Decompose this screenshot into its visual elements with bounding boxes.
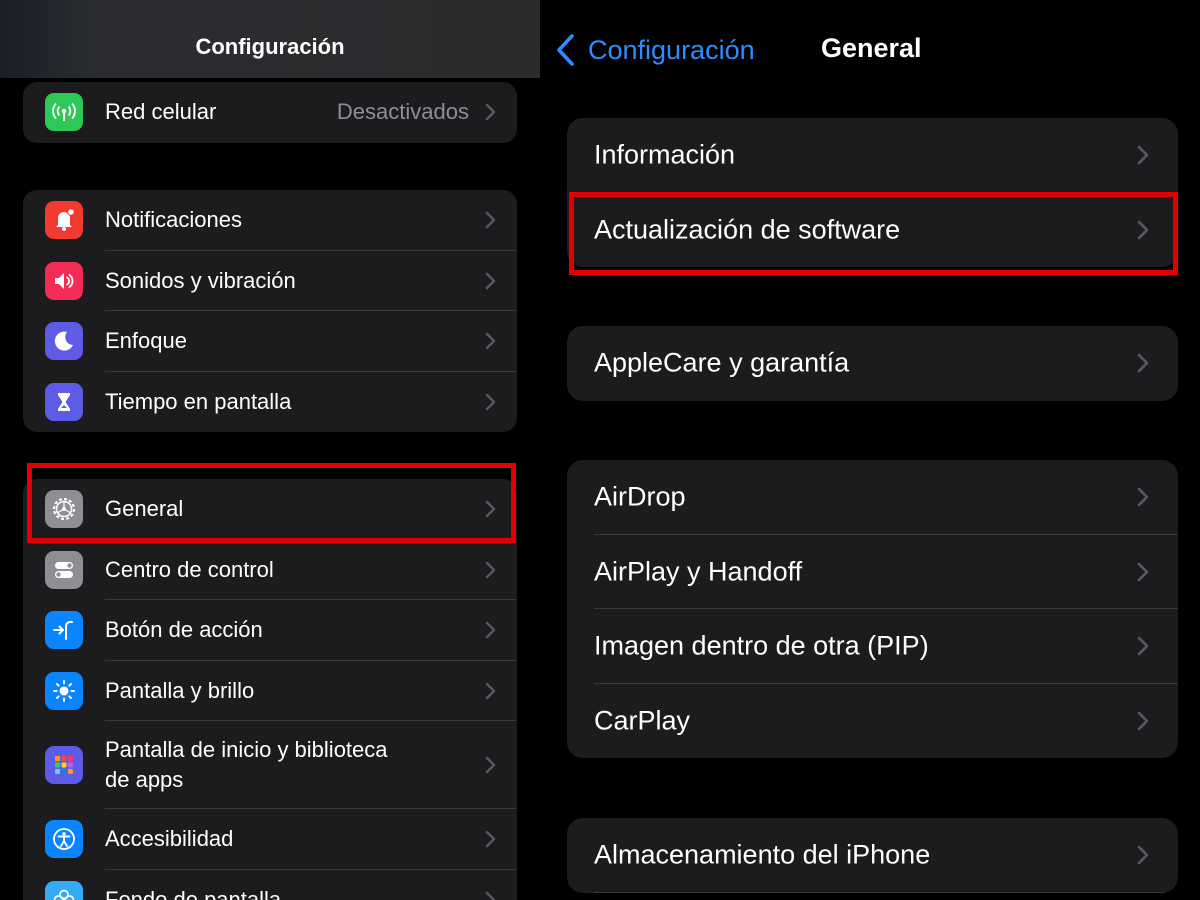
chevron-right-icon: [1137, 353, 1149, 373]
settings-item-red-celular[interactable]: Red celular Desactivados: [23, 82, 517, 143]
sidebar-title: Configuración: [195, 34, 345, 59]
chevron-right-icon: [485, 333, 496, 350]
settings-item-label-line2: de apps: [105, 767, 184, 792]
general-item-label: AppleCare y garantía: [594, 347, 850, 378]
action-button-icon: [45, 611, 83, 650]
chevron-right-icon: [485, 891, 496, 900]
general-group-sharing: AirDrop AirPlay y Handoff Imagen dentro …: [567, 460, 1178, 758]
settings-item-boton-accion[interactable]: Botón de acción: [23, 600, 517, 661]
settings-item-label: Botón de acción: [105, 617, 263, 643]
back-button[interactable]: Configuración: [554, 30, 755, 70]
general-item-label: CarPlay: [594, 705, 691, 736]
hourglass-icon: [45, 382, 83, 421]
chevron-right-icon: [1137, 711, 1149, 731]
settings-item-fondo-pantalla[interactable]: Fondo de pantalla: [23, 870, 517, 900]
settings-item-sonidos[interactable]: Sonidos y vibración: [23, 251, 517, 311]
settings-sidebar: Configuración Red celular Desactivados N…: [0, 0, 540, 900]
settings-group-network: Red celular Desactivados: [23, 82, 517, 143]
settings-item-label: Fondo de pantalla: [105, 886, 282, 900]
settings-item-value: Desactivados: [336, 99, 469, 125]
chevron-right-icon: [485, 393, 496, 410]
general-item-pip[interactable]: Imagen dentro de otra (PIP): [567, 609, 1178, 684]
general-item-label: Almacenamiento del iPhone: [594, 839, 931, 870]
antenna-icon: [45, 93, 83, 132]
page-title: General: [821, 33, 922, 63]
back-button-label: Configuración: [588, 34, 755, 65]
general-item-airdrop[interactable]: AirDrop: [567, 460, 1178, 535]
settings-item-label: Sonidos y vibración: [105, 267, 296, 293]
general-item-airplay-handoff[interactable]: AirPlay y Handoff: [567, 535, 1178, 609]
settings-item-label: Pantalla de inicio y biblioteca de apps: [105, 735, 388, 795]
settings-item-label: Accesibilidad: [105, 826, 234, 852]
general-detail-pane: Configuración General Información Actual…: [540, 0, 1200, 900]
general-item-carplay[interactable]: CarPlay: [567, 684, 1178, 759]
settings-item-pantalla-inicio[interactable]: Pantalla de inicio y biblioteca de apps: [23, 721, 517, 809]
chevron-right-icon: [485, 104, 496, 121]
settings-item-accesibilidad[interactable]: Accesibilidad: [23, 809, 517, 870]
chevron-right-icon: [1137, 636, 1149, 656]
chevron-right-icon: [1137, 487, 1149, 507]
settings-item-tiempo-pantalla[interactable]: Tiempo en pantalla: [23, 372, 517, 433]
app-grid-icon: [45, 746, 83, 784]
general-item-label: AirDrop: [594, 481, 686, 512]
settings-item-label: Notificaciones: [105, 207, 242, 233]
row-separator: [594, 891, 1178, 893]
chevron-right-icon: [485, 622, 496, 639]
general-item-almacenamiento[interactable]: Almacenamiento del iPhone: [567, 818, 1178, 893]
settings-item-label: Centro de control: [105, 556, 274, 582]
settings-item-centro-control[interactable]: Centro de control: [23, 540, 517, 600]
settings-item-pantalla-brillo[interactable]: Pantalla y brillo: [23, 661, 517, 721]
chevron-right-icon: [485, 561, 496, 578]
flower-icon: [45, 880, 83, 900]
sidebar-header: Configuración: [0, 0, 540, 78]
general-item-label: AirPlay y Handoff: [594, 556, 803, 587]
general-item-informacion[interactable]: Información: [567, 118, 1178, 193]
general-item-label: Imagen dentro de otra (PIP): [594, 630, 929, 661]
chevron-right-icon: [485, 272, 496, 289]
highlight-box-software-update: [569, 192, 1178, 275]
chevron-right-icon: [1137, 845, 1149, 865]
accessibility-icon: [45, 820, 83, 859]
sun-icon: [45, 671, 83, 710]
moon-icon: [45, 322, 83, 361]
general-group-storage: Almacenamiento del iPhone: [567, 818, 1178, 893]
settings-item-notificaciones[interactable]: Notificaciones: [23, 190, 517, 251]
highlight-box-general: [27, 463, 516, 543]
chevron-right-icon: [485, 212, 496, 229]
chevron-right-icon: [1137, 562, 1149, 582]
chevron-left-icon: [557, 34, 574, 66]
toggles-icon: [45, 550, 83, 589]
chevron-right-icon: [485, 756, 496, 774]
settings-item-label: Tiempo en pantalla: [105, 388, 292, 414]
settings-item-enfoque[interactable]: Enfoque: [23, 311, 517, 372]
chevron-right-icon: [485, 682, 496, 699]
settings-item-label: Red celular: [105, 99, 217, 125]
settings-item-label-line1: Pantalla de inicio y biblioteca: [105, 737, 388, 762]
general-item-label: Información: [594, 139, 736, 170]
general-group-applecare: AppleCare y garantía: [567, 326, 1178, 401]
bell-icon: [45, 201, 83, 240]
chevron-right-icon: [1137, 145, 1149, 165]
speaker-icon: [45, 261, 83, 300]
chevron-right-icon: [485, 831, 496, 848]
settings-item-label: Enfoque: [105, 328, 187, 354]
settings-item-label: Pantalla y brillo: [105, 677, 255, 703]
settings-group-alerts: Notificaciones Sonidos y vibración Enfoq…: [23, 190, 517, 432]
general-item-applecare[interactable]: AppleCare y garantía: [567, 326, 1178, 401]
